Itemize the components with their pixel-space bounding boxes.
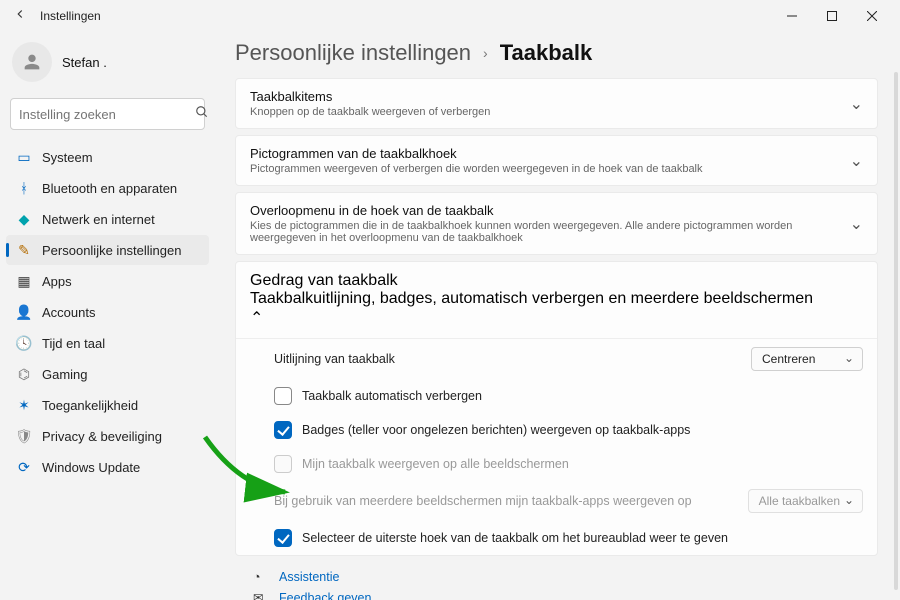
nav-time[interactable]: 🕓Tijd en taal [6, 328, 209, 358]
nav-accounts[interactable]: 👤Accounts [6, 297, 209, 327]
help-icon: ◔ [253, 570, 269, 584]
nav-network[interactable]: ◆Netwerk en internet [6, 204, 209, 234]
xbox-icon: ⌬ [16, 366, 32, 382]
settings-window: Instellingen Stefan . ▭Systeem [0, 0, 900, 600]
back-button[interactable] [8, 7, 32, 26]
feedback-link[interactable]: ✉ Feedback geven [253, 590, 872, 600]
section-overflow[interactable]: Overloopmenu in de hoek van de taakbalk … [235, 192, 878, 255]
search-box[interactable] [10, 98, 205, 130]
section-behavior: Gedrag van taakbalk Taakbalkuitlijning, … [235, 261, 878, 556]
page-title: Taakbalk [500, 40, 593, 66]
accessibility-icon: ✶ [16, 397, 32, 413]
row-auto-hide[interactable]: Taakbalk automatisch verbergen [236, 379, 877, 413]
checkbox-multi-display [274, 455, 292, 473]
sidebar: Stefan . ▭Systeem ᚼBluetooth en apparate… [0, 32, 215, 600]
nav-accessibility[interactable]: ✶Toegankelijkheid [6, 390, 209, 420]
alignment-select[interactable]: Centreren [751, 347, 863, 371]
search-icon [195, 105, 209, 124]
multi-apps-select: Alle taakbalken [748, 489, 863, 513]
row-multi-apps: Bij gebruik van meerdere beeldschermen m… [236, 481, 877, 521]
brush-icon: ✎ [16, 242, 32, 258]
chevron-down-icon: ⌄ [850, 151, 863, 171]
breadcrumb-parent[interactable]: Persoonlijke instellingen [235, 40, 471, 66]
checkbox-auto-hide[interactable] [274, 387, 292, 405]
nav-apps[interactable]: ▦Apps [6, 266, 209, 296]
chevron-up-icon: ⌃ [250, 310, 263, 327]
section-taskbar-items[interactable]: Taakbalkitems Knoppen op de taakbalk wee… [235, 78, 878, 129]
checkbox-badges[interactable] [274, 421, 292, 439]
person-icon: 👤 [16, 304, 32, 320]
chevron-down-icon: ⌄ [850, 214, 863, 234]
search-input[interactable] [19, 107, 195, 122]
scrollbar[interactable] [894, 72, 898, 590]
bluetooth-icon: ᚼ [16, 180, 32, 196]
clock-icon: 🕓 [16, 335, 32, 351]
shield-icon: 🛡 [16, 428, 32, 444]
breadcrumb: Persoonlijke instellingen › Taakbalk [235, 40, 878, 66]
display-icon: ▭ [16, 149, 32, 165]
row-alignment: Uitlijning van taakbalk Centreren [236, 339, 877, 379]
feedback-icon: ✉ [253, 590, 269, 600]
nav-privacy[interactable]: 🛡Privacy & beveiliging [6, 421, 209, 451]
checkbox-show-desktop[interactable] [274, 529, 292, 547]
chevron-down-icon: ⌄ [850, 94, 863, 114]
row-show-desktop[interactable]: Selecteer de uiterste hoek van de taakba… [236, 521, 877, 555]
titlebar: Instellingen [0, 0, 900, 32]
section-corner-icons[interactable]: Pictogrammen van de taakbalkhoek Pictogr… [235, 135, 878, 186]
apps-icon: ▦ [16, 273, 32, 289]
footer-links: ◔ Assistentie ✉ Feedback geven [235, 562, 878, 600]
nav-gaming[interactable]: ⌬Gaming [6, 359, 209, 389]
nav-list: ▭Systeem ᚼBluetooth en apparaten ◆Netwer… [6, 142, 209, 482]
section-behavior-header[interactable]: Gedrag van taakbalk Taakbalkuitlijning, … [236, 262, 877, 338]
close-button[interactable] [852, 0, 892, 32]
row-multi-display: Mijn taakbalk weergeven op alle beeldsch… [236, 447, 877, 481]
chevron-right-icon: › [483, 45, 488, 61]
minimize-button[interactable] [772, 0, 812, 32]
nav-system[interactable]: ▭Systeem [6, 142, 209, 172]
nav-update[interactable]: ⟳Windows Update [6, 452, 209, 482]
update-icon: ⟳ [16, 459, 32, 475]
nav-personalization[interactable]: ✎Persoonlijke instellingen [6, 235, 209, 265]
row-badges[interactable]: Badges (teller voor ongelezen berichten)… [236, 413, 877, 447]
user-name: Stefan . [62, 55, 107, 70]
wifi-icon: ◆ [16, 211, 32, 227]
nav-bluetooth[interactable]: ᚼBluetooth en apparaten [6, 173, 209, 203]
main-content: Persoonlijke instellingen › Taakbalk Taa… [215, 32, 900, 600]
maximize-button[interactable] [812, 0, 852, 32]
window-title: Instellingen [40, 9, 101, 23]
profile-block[interactable]: Stefan . [6, 32, 209, 98]
avatar [12, 42, 52, 82]
help-link[interactable]: ◔ Assistentie [253, 570, 872, 584]
